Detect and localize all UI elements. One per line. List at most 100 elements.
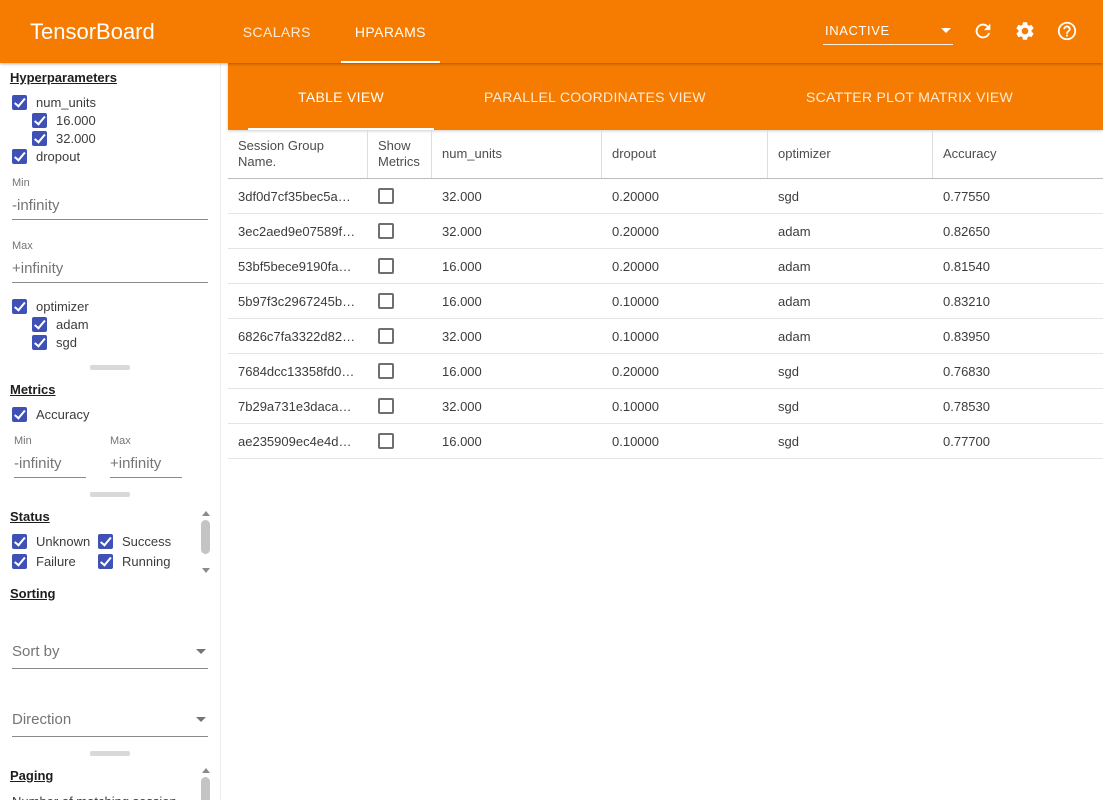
optimizer-sgd-checkbox[interactable] bbox=[32, 335, 47, 350]
session-group-name: 7b29a731e3daca… bbox=[228, 399, 368, 414]
status-title: Status bbox=[10, 509, 200, 524]
col-show-metrics: Show Metrics bbox=[368, 130, 432, 178]
dropout-max-input[interactable] bbox=[12, 258, 208, 283]
show-metrics-checkbox[interactable] bbox=[378, 433, 394, 449]
accuracy-min-input[interactable] bbox=[14, 453, 86, 478]
show-metrics-checkbox[interactable] bbox=[378, 258, 394, 274]
cell-accuracy: 0.77550 bbox=[933, 189, 1103, 204]
tab-parallel-coordinates-view[interactable]: PARALLEL COORDINATES VIEW bbox=[434, 63, 756, 130]
num-units-32-label: 32.000 bbox=[56, 131, 96, 146]
num-units-label: num_units bbox=[36, 95, 96, 110]
session-group-name: ae235909ec4e4d… bbox=[228, 434, 368, 449]
cell-num-units: 16.000 bbox=[432, 294, 602, 309]
status-scrollbar[interactable] bbox=[200, 511, 211, 573]
accuracy-max-input[interactable] bbox=[110, 453, 182, 478]
status-row-unknown: Unknown bbox=[12, 532, 98, 550]
hyperparameters-title: Hyperparameters bbox=[10, 70, 220, 85]
section-resize-handle[interactable] bbox=[90, 751, 130, 756]
scroll-down-icon[interactable] bbox=[202, 568, 210, 573]
cell-num-units: 16.000 bbox=[432, 364, 602, 379]
show-metrics-cell bbox=[368, 258, 432, 274]
table-row: ae235909ec4e4d…16.0000.10000sgd0.77700 bbox=[228, 424, 1103, 459]
cell-dropout: 0.10000 bbox=[602, 434, 768, 449]
status-running-checkbox[interactable] bbox=[98, 554, 113, 569]
status-success-label: Success bbox=[122, 534, 171, 549]
status-failure-checkbox[interactable] bbox=[12, 554, 27, 569]
cell-optimizer: adam bbox=[768, 259, 933, 274]
dropout-checkbox[interactable] bbox=[12, 149, 27, 164]
num-units-checkbox[interactable] bbox=[12, 95, 27, 110]
cell-dropout: 0.20000 bbox=[602, 259, 768, 274]
table-row: 3df0d7cf35bec5a…32.0000.20000sgd0.77550 bbox=[228, 179, 1103, 214]
metrics-title: Metrics bbox=[10, 382, 220, 397]
accuracy-checkbox[interactable] bbox=[12, 407, 27, 422]
show-metrics-checkbox[interactable] bbox=[378, 328, 394, 344]
optimizer-sgd-label: sgd bbox=[56, 335, 77, 350]
scroll-up-icon[interactable] bbox=[202, 511, 210, 516]
scrollbar-thumb[interactable] bbox=[201, 520, 210, 554]
matching-groups-info: Number of matching session groups: 8 bbox=[12, 793, 192, 800]
cell-optimizer: adam bbox=[768, 294, 933, 309]
dropout-min-label: Min bbox=[12, 177, 220, 189]
show-metrics-checkbox[interactable] bbox=[378, 223, 394, 239]
help-button[interactable] bbox=[1055, 20, 1079, 44]
table-row: 6826c7fa3322d82…32.0000.10000adam0.83950 bbox=[228, 319, 1103, 354]
paging-section: Paging Number of matching session groups… bbox=[0, 768, 220, 800]
tab-scalars[interactable]: SCALARS bbox=[229, 0, 325, 63]
tab-scatter-plot-matrix-view[interactable]: SCATTER PLOT MATRIX VIEW bbox=[756, 63, 1063, 130]
paging-scrollbar[interactable] bbox=[200, 768, 211, 800]
dropout-min-field: Min bbox=[12, 177, 220, 220]
session-group-name: 3df0d7cf35bec5a… bbox=[228, 189, 368, 204]
table-header-row: Session Group Name. Show Metrics num_uni… bbox=[228, 130, 1103, 179]
cell-num-units: 32.000 bbox=[432, 224, 602, 239]
cell-num-units: 16.000 bbox=[432, 259, 602, 274]
cell-num-units: 32.000 bbox=[432, 399, 602, 414]
table-row: 3ec2aed9e07589f…32.0000.20000adam0.82650 bbox=[228, 214, 1103, 249]
show-metrics-checkbox[interactable] bbox=[378, 363, 394, 379]
num-units-32-checkbox[interactable] bbox=[32, 131, 47, 146]
num-units-16-label: 16.000 bbox=[56, 113, 96, 128]
sorting-title: Sorting bbox=[10, 586, 220, 601]
chevron-down-icon bbox=[196, 649, 206, 654]
hparam-row-num-units-32: 32.000 bbox=[32, 129, 220, 147]
accuracy-max-label: Max bbox=[110, 435, 182, 447]
show-metrics-checkbox[interactable] bbox=[378, 188, 394, 204]
dropout-label: dropout bbox=[36, 149, 80, 164]
status-failure-label: Failure bbox=[36, 554, 76, 569]
hyperparameters-section: Hyperparameters num_units 16.000 32.000 … bbox=[0, 70, 220, 351]
show-metrics-cell bbox=[368, 188, 432, 204]
status-running-label: Running bbox=[122, 554, 170, 569]
optimizer-checkbox[interactable] bbox=[12, 299, 27, 314]
cell-num-units: 16.000 bbox=[432, 434, 602, 449]
tab-table-view[interactable]: TABLE VIEW bbox=[248, 63, 434, 130]
status-options: Unknown Success Failure Running bbox=[12, 532, 200, 570]
section-resize-handle[interactable] bbox=[90, 492, 130, 497]
section-resize-handle[interactable] bbox=[90, 365, 130, 370]
optimizer-adam-checkbox[interactable] bbox=[32, 317, 47, 332]
table-row: 7b29a731e3daca…32.0000.10000sgd0.78530 bbox=[228, 389, 1103, 424]
cell-optimizer: adam bbox=[768, 224, 933, 239]
settings-button[interactable] bbox=[1013, 20, 1037, 44]
hparam-row-num-units: num_units bbox=[12, 93, 220, 111]
reload-status-dropdown[interactable]: INACTIVE bbox=[823, 19, 953, 45]
help-icon bbox=[1056, 20, 1078, 42]
num-units-16-checkbox[interactable] bbox=[32, 113, 47, 128]
tab-hparams[interactable]: HPARAMS bbox=[341, 0, 440, 63]
sort-by-dropdown[interactable]: Sort by bbox=[12, 637, 208, 669]
show-metrics-checkbox[interactable] bbox=[378, 398, 394, 414]
direction-dropdown[interactable]: Direction bbox=[12, 705, 208, 737]
scrollbar-thumb[interactable] bbox=[201, 777, 210, 800]
reload-status-value: INACTIVE bbox=[825, 23, 890, 38]
cell-accuracy: 0.83950 bbox=[933, 329, 1103, 344]
status-success-checkbox[interactable] bbox=[98, 534, 113, 549]
refresh-button[interactable] bbox=[971, 20, 995, 44]
table-row: 7684dcc13358fd0…16.0000.20000sgd0.76830 bbox=[228, 354, 1103, 389]
scroll-up-icon[interactable] bbox=[202, 768, 210, 773]
topbar-actions: INACTIVE bbox=[823, 19, 1103, 45]
status-unknown-label: Unknown bbox=[36, 534, 90, 549]
status-unknown-checkbox[interactable] bbox=[12, 534, 27, 549]
main-content: TABLE VIEW PARALLEL COORDINATES VIEW SCA… bbox=[228, 63, 1103, 800]
show-metrics-checkbox[interactable] bbox=[378, 293, 394, 309]
dropout-min-input[interactable] bbox=[12, 195, 208, 220]
status-row-failure: Failure bbox=[12, 552, 98, 570]
